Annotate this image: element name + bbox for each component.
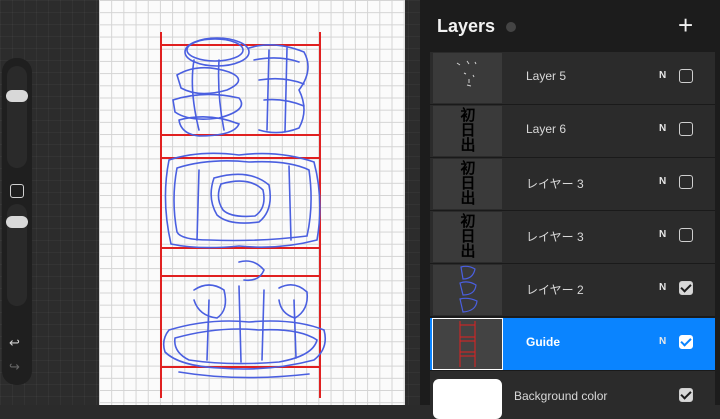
guide-thumb [459,321,476,367]
tool-sidebar: ↩ ↪ [2,58,32,385]
background-color-label: Background color [514,389,608,403]
panel-title: Layers [437,16,496,36]
blend-mode[interactable]: N [659,176,666,187]
redo-icon[interactable]: ↪ [9,360,20,374]
drawing-canvas[interactable] [99,0,405,405]
layer-thumbnail [432,318,503,370]
visibility-checkbox[interactable] [679,335,693,349]
blend-mode[interactable]: N [659,123,666,134]
layer-row[interactable]: レイヤー 2 N [430,264,715,317]
visibility-checkbox[interactable] [679,122,693,136]
brush-size-handle[interactable] [6,90,28,102]
visibility-checkbox[interactable] [679,388,693,402]
opacity-handle[interactable] [6,216,28,228]
add-layer-button[interactable]: + [678,10,693,40]
blend-mode[interactable]: N [659,336,666,347]
layer-name: Layer 5 [526,69,567,83]
blend-mode[interactable]: N [659,282,666,293]
visibility-checkbox[interactable] [679,228,693,242]
visibility-checkbox[interactable] [679,175,693,189]
scribble-thumb [456,60,477,87]
blend-mode[interactable]: N [659,70,666,81]
blue-sketch [162,37,327,379]
blend-mode[interactable]: N [659,229,666,240]
modify-button[interactable] [10,184,24,198]
layer-name: レイヤー 2 [526,283,584,297]
layer-thumbnail [433,53,502,103]
layer-thumbnail: 初日出 [433,106,502,156]
opacity-slider[interactable] [6,204,28,306]
layer-name: レイヤー 3 [526,177,584,191]
layer-row-selected[interactable]: Guide N [430,318,715,371]
sketch-artwork [160,32,327,398]
layer-thumbnail: 初日出 [433,212,502,262]
layer-row[interactable]: 初日出 レイヤー 3 N [430,158,715,211]
layer-row[interactable]: Layer 5 N [430,52,715,105]
layer-name: レイヤー 3 [526,230,584,244]
layer-name: Guide [526,335,561,349]
layer-row[interactable]: 初日出 レイヤー 3 N [430,211,715,264]
thumb-kanji: 初日出 [460,106,476,154]
layer-thumbnail: 初日出 [433,159,502,209]
layer-thumbnail [433,265,502,315]
layer-row[interactable]: 初日出 Layer 6 N [430,105,715,158]
brush-size-slider[interactable] [6,66,28,168]
visibility-checkbox[interactable] [679,69,693,83]
undo-icon[interactable]: ↩ [9,336,20,350]
background-color-row[interactable]: Background color [430,371,715,419]
layer-name: Layer 6 [526,122,567,136]
blue-sketch-thumb [459,265,478,313]
thumb-kanji: 初日出 [460,159,476,207]
visibility-checkbox[interactable] [679,281,693,295]
thumb-kanji: 初日出 [460,212,476,260]
panel-info-icon[interactable] [506,22,516,32]
background-color-swatch [433,379,502,419]
layers-panel: Layers + Layer 5 N 初日出 Layer 6 N 初日出 レイヤ… [420,0,720,419]
